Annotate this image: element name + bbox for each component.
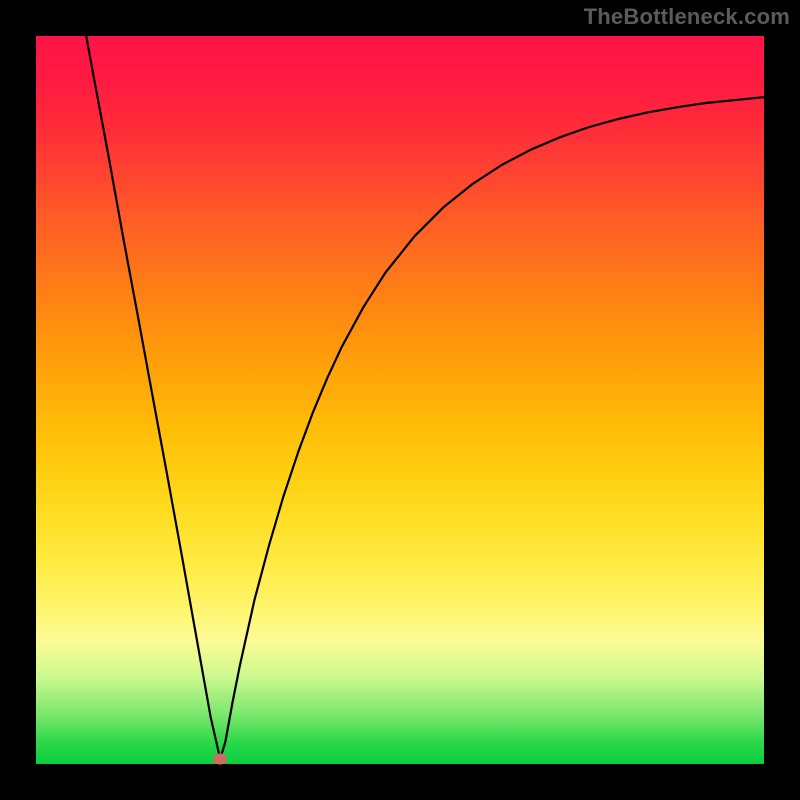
- curve-path: [86, 36, 764, 759]
- bottleneck-curve: [36, 36, 764, 764]
- plot-area: [36, 36, 764, 764]
- minimum-marker: [213, 753, 227, 764]
- watermark-text: TheBottleneck.com: [584, 4, 790, 30]
- chart-frame: TheBottleneck.com: [0, 0, 800, 800]
